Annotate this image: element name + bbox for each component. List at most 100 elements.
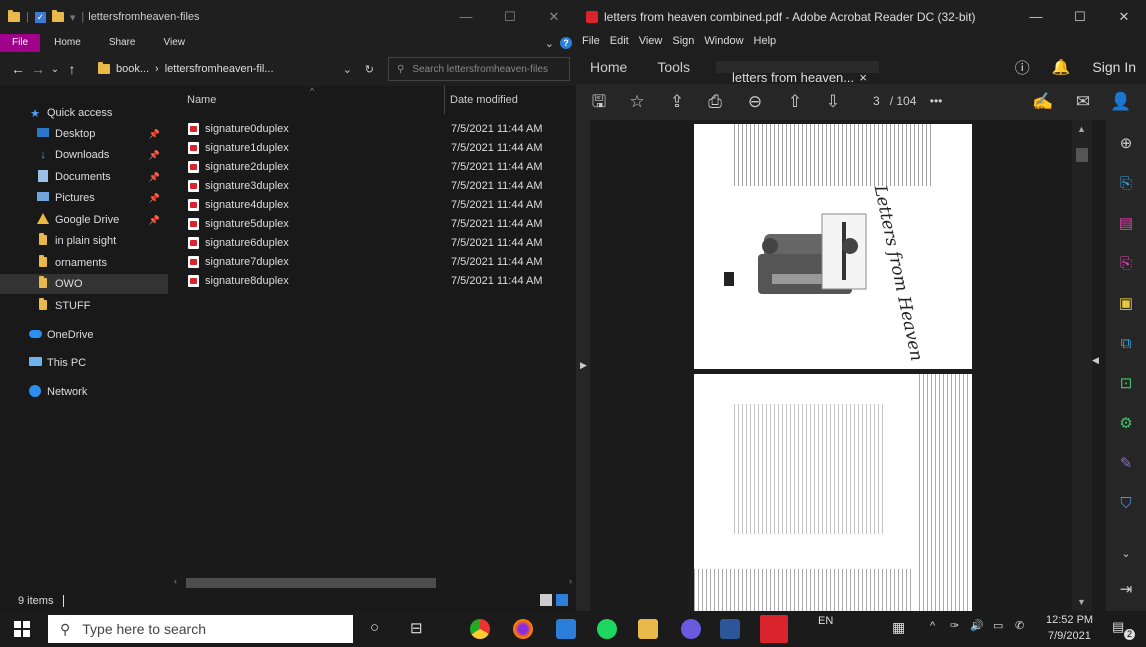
- clock-date[interactable]: 7/9/2021: [1048, 630, 1091, 642]
- help-icon[interactable]: ?: [560, 37, 572, 49]
- nav-item-network[interactable]: Network: [0, 382, 168, 402]
- file-row[interactable]: signature2duplex 7/5/2021 11:44 AM: [188, 157, 558, 176]
- close-button[interactable]: ✕: [532, 0, 576, 34]
- explorer-search-box[interactable]: ⚲ Search lettersfromheaven-files: [388, 57, 570, 81]
- save-icon[interactable]: 🖫: [588, 92, 610, 112]
- bookmark-star-icon[interactable]: ☆: [626, 92, 648, 112]
- file-row[interactable]: signature6duplex 7/5/2021 11:44 AM: [188, 233, 558, 252]
- task-view-icon[interactable]: ⊟: [410, 619, 423, 637]
- chrome-icon[interactable]: [470, 619, 490, 639]
- file-explorer-icon[interactable]: [638, 619, 658, 639]
- nav-item-documents[interactable]: Documents 📌: [0, 167, 168, 187]
- file-row[interactable]: signature8duplex 7/5/2021 11:44 AM: [188, 271, 558, 290]
- expand-ribbon-icon[interactable]: ⌄: [545, 37, 554, 50]
- nav-item-downloads[interactable]: ↓ Downloads 📌: [0, 145, 168, 165]
- scrollbar-thumb[interactable]: [1076, 148, 1088, 162]
- battery-icon[interactable]: ▭: [993, 619, 1003, 632]
- spotify-icon[interactable]: [597, 619, 617, 639]
- nav-item-in-plain-sight[interactable]: in plain sight: [0, 231, 168, 251]
- more-tools-chevron-icon[interactable]: ⌄: [1116, 544, 1136, 564]
- current-page-input[interactable]: 3: [873, 94, 880, 108]
- refresh-icon[interactable]: ↻: [365, 63, 374, 76]
- export-pdf-icon[interactable]: ⎘: [1116, 174, 1136, 194]
- vertical-scrollbar[interactable]: ▲ ▼: [1072, 120, 1092, 611]
- firefox-icon[interactable]: [513, 619, 533, 639]
- back-arrow-icon[interactable]: ←: [8, 61, 28, 77]
- file-row[interactable]: signature4duplex 7/5/2021 11:44 AM: [188, 195, 558, 214]
- tab-tools[interactable]: Tools: [639, 50, 702, 84]
- help-icon[interactable]: ⓘ: [1015, 57, 1030, 78]
- nav-item-desktop[interactable]: Desktop 📌: [0, 124, 168, 144]
- pin-icon[interactable]: 📌: [149, 150, 160, 161]
- print-icon[interactable]: ⎙: [704, 92, 726, 112]
- file-row[interactable]: signature7duplex 7/5/2021 11:44 AM: [188, 252, 558, 271]
- large-icons-view-icon[interactable]: [556, 594, 568, 606]
- menu-window[interactable]: Window: [704, 33, 743, 50]
- pin-icon[interactable]: 📌: [149, 215, 160, 226]
- sign-in-button[interactable]: Sign In: [1092, 59, 1136, 75]
- minimize-button[interactable]: —: [444, 0, 488, 34]
- tab-home[interactable]: Home: [40, 34, 95, 52]
- up-arrow-icon[interactable]: ↑: [62, 61, 82, 77]
- word-icon[interactable]: [720, 619, 740, 639]
- scrollbar-thumb[interactable]: [186, 578, 436, 588]
- combine-files-icon[interactable]: ⧉: [1116, 334, 1136, 354]
- scroll-down-icon[interactable]: ▼: [1077, 597, 1086, 607]
- bell-icon[interactable]: 🔔: [1052, 58, 1071, 76]
- more-tools-icon[interactable]: •••: [930, 94, 943, 108]
- clock-time[interactable]: 12:52 PM: [1046, 614, 1093, 626]
- scroll-left-icon[interactable]: ‹: [174, 576, 177, 586]
- nav-item-owo[interactable]: OWO: [0, 274, 168, 294]
- column-header-name[interactable]: Name: [187, 86, 216, 114]
- edit-pdf-icon[interactable]: ⚙: [1116, 414, 1136, 434]
- collapse-pane-icon[interactable]: ⇥: [1116, 580, 1136, 600]
- share-user-icon[interactable]: 👤: [1110, 92, 1132, 112]
- document-viewport[interactable]: Letters from Heaven: [576, 120, 1106, 611]
- tab-file[interactable]: File: [0, 34, 41, 52]
- tab-share[interactable]: Share: [95, 34, 150, 52]
- breadcrumb-current[interactable]: lettersfromheaven-fil...: [165, 63, 274, 75]
- collapse-left-icon[interactable]: ◀: [1092, 355, 1099, 366]
- language-indicator[interactable]: EN: [818, 615, 833, 627]
- previous-page-icon[interactable]: ⇧: [784, 92, 806, 112]
- file-row[interactable]: signature1duplex 7/5/2021 11:44 AM: [188, 138, 558, 157]
- scroll-up-icon[interactable]: ▲: [1077, 124, 1086, 134]
- pen-icon[interactable]: ✑: [950, 619, 959, 632]
- details-view-icon[interactable]: [540, 594, 552, 606]
- nav-item-pictures[interactable]: Pictures 📌: [0, 188, 168, 208]
- nav-item-onedrive[interactable]: OneDrive: [0, 325, 168, 345]
- nav-item-stuff[interactable]: STUFF: [0, 296, 168, 316]
- cortana-icon[interactable]: ○: [370, 619, 379, 636]
- maximize-button[interactable]: ☐: [1058, 0, 1102, 34]
- network-wifi-icon[interactable]: ✆: [1015, 619, 1024, 632]
- comment-icon[interactable]: ▣: [1116, 294, 1136, 314]
- acrobat-taskbar-icon[interactable]: [760, 615, 788, 643]
- tab-document[interactable]: letters from heaven... ×: [716, 61, 879, 85]
- menu-sign[interactable]: Sign: [672, 33, 694, 50]
- upload-cloud-icon[interactable]: ⇪: [666, 92, 688, 112]
- pin-icon[interactable]: 📌: [149, 172, 160, 183]
- compress-pdf-icon[interactable]: ⊡: [1116, 374, 1136, 394]
- new-folder-icon[interactable]: [51, 10, 64, 22]
- pin-icon[interactable]: 📌: [149, 193, 160, 204]
- horizontal-scrollbar[interactable]: ‹ ›: [170, 576, 576, 590]
- scroll-right-icon[interactable]: ›: [569, 576, 572, 586]
- fill-sign-icon[interactable]: ✎: [1116, 454, 1136, 474]
- nav-item-this-pc[interactable]: This PC: [0, 353, 168, 373]
- discord-icon[interactable]: [681, 619, 701, 639]
- forward-arrow-icon[interactable]: →: [28, 61, 48, 77]
- news-widget-icon[interactable]: ▦: [892, 619, 905, 636]
- start-button[interactable]: [14, 621, 30, 637]
- tab-view[interactable]: View: [150, 34, 200, 52]
- column-header-date[interactable]: Date modified: [450, 86, 518, 114]
- zoom-out-icon[interactable]: ⊖: [744, 92, 766, 112]
- menu-edit[interactable]: Edit: [610, 33, 629, 50]
- pin-icon[interactable]: 📌: [149, 129, 160, 140]
- nav-item-google-drive[interactable]: Google Drive 📌: [0, 210, 168, 230]
- address-bar[interactable]: book... › lettersfromheaven-fil... ⌄ ↻: [98, 57, 378, 81]
- organize-pages-icon[interactable]: ▤: [1116, 214, 1136, 234]
- zoom-in-icon[interactable]: ⊕: [1116, 134, 1136, 154]
- protect-shield-icon[interactable]: ⛉: [1116, 494, 1136, 514]
- menu-file[interactable]: File: [582, 33, 600, 50]
- maximize-button[interactable]: ☐: [488, 0, 532, 34]
